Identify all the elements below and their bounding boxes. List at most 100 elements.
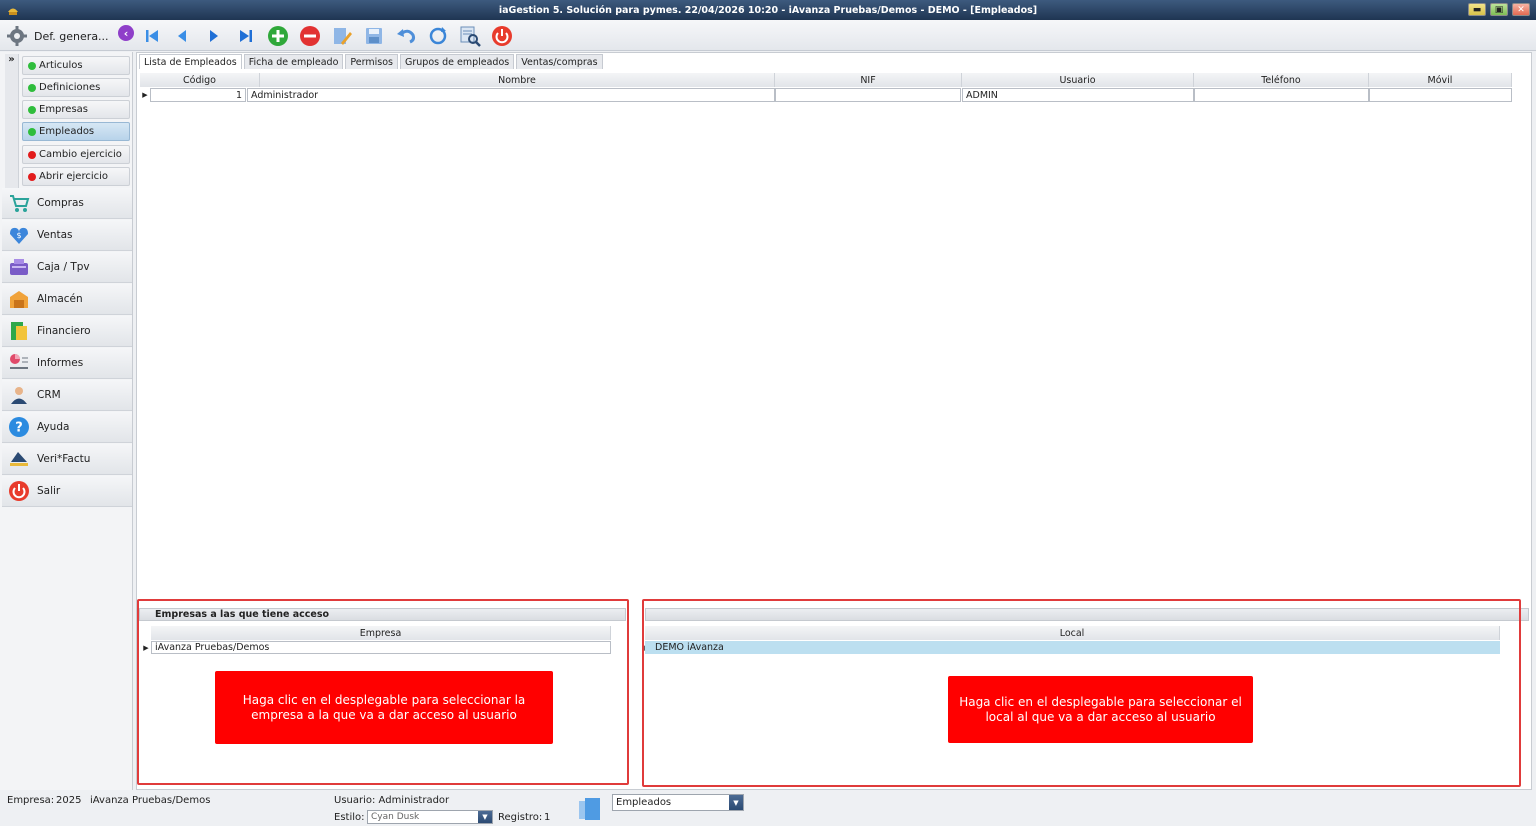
cart-icon: [10, 195, 30, 212]
status-estilo-label: Estilo:: [334, 812, 365, 823]
module-label: Caja / Tpv: [37, 261, 90, 273]
column-header-nombre[interactable]: Nombre: [260, 73, 775, 87]
module-verifactu[interactable]: Veri*Factu: [2, 444, 132, 475]
tab-ficha-empleado[interactable]: Ficha de empleado: [243, 54, 344, 69]
app-logo-icon: [8, 8, 18, 15]
sidebar-item-abrir-ejercicio[interactable]: Abrir ejercicio: [22, 167, 130, 186]
cell-codigo[interactable]: 1: [150, 88, 246, 102]
search-icon: [460, 26, 481, 47]
toolbar: Def. genera... ‹: [0, 20, 1536, 51]
finance-icon: [11, 322, 27, 340]
status-empresa-name: iAvanza Pruebas/Demos: [90, 795, 211, 806]
last-record-icon: [240, 30, 252, 42]
windows-stack-icon[interactable]: [576, 795, 604, 823]
row-selector-icon[interactable]: ▶: [140, 88, 150, 102]
sidebar-item-definiciones[interactable]: Definiciones: [22, 78, 130, 97]
module-informes[interactable]: Informes: [2, 348, 132, 379]
sidebar-item-articulos[interactable]: Articulos: [22, 56, 130, 75]
submenu-collapse-toggle[interactable]: »: [5, 54, 19, 190]
cell-movil[interactable]: [1369, 88, 1512, 102]
module-crm[interactable]: CRM: [2, 380, 132, 411]
plus-icon: [268, 26, 288, 46]
crm-user-icon: [11, 387, 27, 404]
local-highlight-frame: [642, 599, 1521, 787]
chevron-down-icon[interactable]: ▼: [729, 795, 743, 810]
refresh-icon: [429, 27, 447, 45]
tab-grupos-empleados[interactable]: Grupos de empleados: [400, 54, 515, 69]
power-icon: [9, 481, 29, 501]
maximize-button[interactable]: ▣: [1490, 3, 1508, 16]
column-header-codigo[interactable]: Código: [140, 73, 260, 87]
edit-icon: [334, 28, 352, 45]
minimize-button[interactable]: ▬: [1468, 3, 1486, 16]
def-general-label: Def. genera...: [34, 29, 109, 43]
module-almacen[interactable]: Almacén: [2, 284, 132, 315]
edit-record-button[interactable]: [330, 24, 354, 48]
cell-telefono[interactable]: [1194, 88, 1369, 102]
sales-icon: $: [10, 227, 28, 244]
sidebar: » Articulos Definiciones Empresas Emplea…: [0, 52, 133, 790]
next-record-button[interactable]: [202, 24, 226, 48]
save-button[interactable]: [362, 24, 386, 48]
status-registro-value: 1: [544, 812, 551, 823]
module-caja-tpv[interactable]: Caja / Tpv: [2, 252, 132, 283]
chevron-down-icon[interactable]: ▼: [478, 811, 492, 823]
module-select[interactable]: Empleados ▼: [612, 794, 744, 811]
sidebar-item-empresas[interactable]: Empresas: [22, 100, 130, 119]
style-select[interactable]: Cyan Dusk ▼: [367, 810, 493, 824]
status-dot-icon: [28, 150, 36, 159]
cell-nif[interactable]: [775, 88, 961, 102]
module-label: Financiero: [37, 325, 91, 337]
status-dot-icon: [28, 83, 36, 92]
module-salir[interactable]: Salir: [2, 476, 132, 507]
sidebar-item-label: Abrir ejercicio: [39, 171, 109, 182]
delete-record-button[interactable]: [298, 24, 322, 48]
column-header-usuario[interactable]: Usuario: [962, 73, 1194, 87]
refresh-button[interactable]: [426, 24, 450, 48]
title-bar: iaGestion 5. Solución para pymes. 22/04/…: [0, 0, 1536, 20]
add-record-button[interactable]: [266, 24, 290, 48]
module-ayuda[interactable]: ? Ayuda: [2, 412, 132, 443]
sidebar-item-cambio-ejercicio[interactable]: Cambio ejercicio: [22, 145, 130, 164]
status-bar: Empresa: 2025 iAvanza Pruebas/Demos Usua…: [0, 790, 1536, 826]
def-general-button[interactable]: Def. genera...: [6, 25, 109, 47]
search-records-button[interactable]: [458, 24, 482, 48]
style-select-value: Cyan Dusk: [371, 812, 420, 822]
cell-nombre[interactable]: Administrador: [247, 88, 775, 102]
main-panel: Lista de Empleados Ficha de empleado Per…: [136, 52, 1532, 790]
last-record-button[interactable]: [234, 24, 258, 48]
tab-lista-empleados[interactable]: Lista de Empleados: [139, 54, 242, 69]
status-dot-icon: [28, 127, 36, 136]
verifactu-icon: [10, 452, 28, 466]
window-title: iaGestion 5. Solución para pymes. 22/04/…: [498, 4, 1038, 16]
undo-button[interactable]: [394, 24, 418, 48]
close-button[interactable]: ✕: [1512, 3, 1530, 16]
gear-icon: [7, 26, 27, 46]
first-record-button[interactable]: [140, 24, 164, 48]
svg-text:$: $: [16, 231, 21, 240]
sidebar-item-empleados[interactable]: Empleados: [22, 122, 130, 141]
svg-text:?: ?: [15, 421, 23, 436]
sidebar-item-label: Articulos: [39, 60, 83, 71]
first-record-icon: [146, 30, 158, 42]
help-icon: ?: [9, 417, 29, 437]
exit-button[interactable]: [490, 24, 514, 48]
next-icon: [210, 30, 218, 42]
module-label: Veri*Factu: [37, 453, 91, 465]
column-header-movil[interactable]: Móvil: [1369, 73, 1512, 87]
status-dot-icon: [28, 105, 36, 114]
reports-icon: [10, 354, 28, 369]
column-header-nif[interactable]: NIF: [775, 73, 962, 87]
module-financiero[interactable]: Financiero: [2, 316, 132, 347]
column-header-telefono[interactable]: Teléfono: [1194, 73, 1369, 87]
tab-ventas-compras[interactable]: Ventas/compras: [516, 54, 603, 69]
sidebar-item-label: Definiciones: [39, 82, 101, 93]
previous-record-button[interactable]: [170, 24, 194, 48]
module-label: Salir: [37, 485, 61, 497]
cell-usuario[interactable]: ADMIN: [962, 88, 1194, 102]
tab-permisos[interactable]: Permisos: [345, 54, 398, 69]
module-compras[interactable]: Compras: [2, 188, 132, 219]
module-ventas[interactable]: $ Ventas: [2, 220, 132, 251]
collapse-menu-button[interactable]: ‹: [118, 25, 134, 41]
sidebar-item-label: Cambio ejercicio: [39, 149, 122, 160]
